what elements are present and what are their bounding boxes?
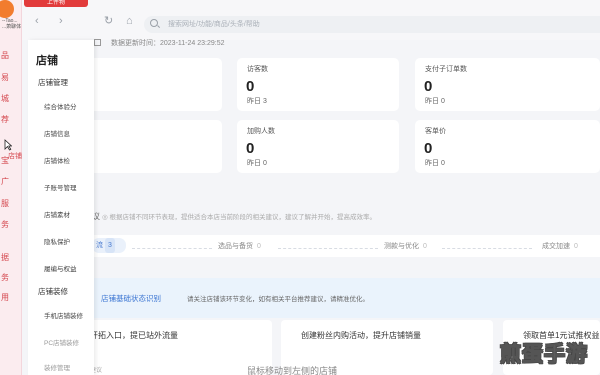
shop-name: --Tao... ...萧聊体 bbox=[2, 18, 22, 30]
store-submenu: 店铺 店铺管理 综合体验分 店铺信息 店铺体检 子账号管理 店铺素材 隐私保护 … bbox=[28, 40, 94, 375]
stat-label: 客单价 bbox=[425, 128, 446, 135]
rail-item[interactable]: 广 bbox=[0, 176, 22, 187]
search-icon bbox=[150, 19, 158, 27]
progress-divider bbox=[132, 248, 212, 249]
status-banner: 店铺基础状态识别 请关注店铺该环节变化，如有相关平台推荐建议，请精准优化。 bbox=[92, 278, 600, 318]
calendar-icon bbox=[94, 39, 101, 46]
stat-yesterday: 昨日 0 bbox=[425, 98, 445, 105]
rail-item[interactable]: 据 bbox=[0, 252, 22, 263]
submenu-group-store-decoration[interactable]: 店铺装修 bbox=[38, 286, 68, 297]
tutorial-caption: 鼠标移动到左侧的店铺 bbox=[247, 366, 338, 375]
submenu-entry[interactable]: 店铺信息 bbox=[44, 128, 70, 138]
stat-yesterday: 昨日 0 bbox=[425, 160, 445, 167]
stat-card-visitors[interactable]: 访客数 0 昨日 3 bbox=[237, 58, 399, 111]
rail-item[interactable]: 服 bbox=[0, 198, 22, 209]
site-watermark: 煎蛋手游 bbox=[500, 343, 588, 367]
forward-icon[interactable]: › bbox=[59, 15, 63, 27]
stage-progress: 流3 选品与备货 0 测款与优化 0 成交加速 0 bbox=[92, 235, 600, 257]
data-update-time: 数据更新时间：2023-11-24 23:29:52 bbox=[94, 38, 224, 48]
suggestion-title: 创建粉丝内购活动，提升店铺销量 bbox=[301, 331, 421, 340]
stage-step[interactable]: 选品与备货 0 bbox=[218, 241, 261, 251]
back-icon[interactable]: ‹ bbox=[35, 15, 39, 27]
stat-value: 0 bbox=[424, 78, 433, 95]
stat-yesterday: 昨日 3 bbox=[247, 98, 267, 105]
publish-button[interactable]: 上件物 bbox=[24, 0, 88, 7]
stat-label: 加购人数 bbox=[247, 128, 275, 135]
rail-item[interactable]: 品 bbox=[0, 50, 22, 61]
mouse-cursor-icon bbox=[4, 139, 12, 151]
stat-card-avg-price[interactable]: 客单价 0 昨日 0 bbox=[415, 120, 600, 173]
submenu-entry[interactable]: 店铺体检 bbox=[44, 155, 70, 165]
banner-title: 店铺基础状态识别 bbox=[101, 294, 161, 303]
progress-divider bbox=[442, 248, 532, 249]
stat-card-cart-users[interactable]: 加购人数 0 昨日 0 bbox=[237, 120, 399, 173]
browser-navbar: ‹ › ↻ ⌂ 搜索网址/功能/商品/头条/帮助 bbox=[22, 0, 600, 40]
banner-tip: 请关注店铺该环节变化，如有相关平台推荐建议，请精准优化。 bbox=[187, 296, 369, 303]
submenu-entry[interactable]: 店铺素材 bbox=[44, 209, 70, 219]
rail-item[interactable]: 易 bbox=[0, 72, 22, 83]
search-input[interactable]: 搜索网址/功能/商品/头条/帮助 bbox=[144, 16, 600, 33]
left-rail: --Tao... ...萧聊体 品 易 城 荐 宝 广 服 务 据 务 用 bbox=[0, 0, 22, 375]
rail-item[interactable]: 务 bbox=[0, 272, 22, 283]
stat-value: 0 bbox=[246, 78, 255, 95]
shop-logo bbox=[0, 0, 14, 18]
diagnosis-notice: 议 ◎ 根据店铺不同环节表现，提供适合本店当前阶段的相关建议，建议了解并开始，提高… bbox=[92, 212, 376, 221]
search-placeholder: 搜索网址/功能/商品/头条/帮助 bbox=[168, 21, 260, 28]
refresh-icon[interactable]: ↻ bbox=[104, 15, 113, 27]
submenu-entry[interactable]: 装修管理 bbox=[44, 362, 70, 372]
progress-divider bbox=[278, 248, 378, 249]
stat-yesterday: 昨日 0 bbox=[247, 160, 267, 167]
stat-label: 支付子订单数 bbox=[425, 66, 467, 73]
submenu-group-store-management[interactable]: 店铺管理 bbox=[38, 77, 68, 88]
rail-item[interactable]: 荐 bbox=[0, 114, 22, 125]
submenu-entry[interactable]: 手机店铺装修 bbox=[44, 310, 83, 320]
submenu-entry[interactable]: PC店铺装修 bbox=[44, 337, 79, 347]
stage-step[interactable]: 成交加速 0 bbox=[542, 241, 578, 251]
rail-hover-label[interactable]: 店铺 bbox=[8, 151, 22, 161]
stat-value: 0 bbox=[246, 140, 255, 157]
submenu-entry[interactable]: 隐私保护 bbox=[44, 236, 70, 246]
submenu-entry[interactable]: 子账号管理 bbox=[44, 182, 77, 192]
submenu-title: 店铺 bbox=[36, 55, 58, 67]
suggestion-title: 开拓入口，提已站外流量 bbox=[90, 331, 178, 340]
stat-value: 0 bbox=[424, 140, 433, 157]
stage-step[interactable]: 测款与优化 0 bbox=[384, 241, 427, 251]
stat-label: 访客数 bbox=[247, 66, 268, 73]
rail-item[interactable]: 务 bbox=[0, 219, 22, 230]
stat-card-paid-orders[interactable]: 支付子订单数 0 昨日 0 bbox=[415, 58, 600, 111]
rail-item[interactable]: 城 bbox=[0, 93, 22, 104]
rail-item[interactable]: 用 bbox=[0, 292, 22, 303]
submenu-entry[interactable]: 履编与权益 bbox=[44, 263, 77, 273]
submenu-entry[interactable]: 综合体验分 bbox=[44, 101, 77, 111]
home-icon[interactable]: ⌂ bbox=[126, 15, 133, 27]
stage-current-badge[interactable]: 流3 bbox=[92, 238, 126, 253]
